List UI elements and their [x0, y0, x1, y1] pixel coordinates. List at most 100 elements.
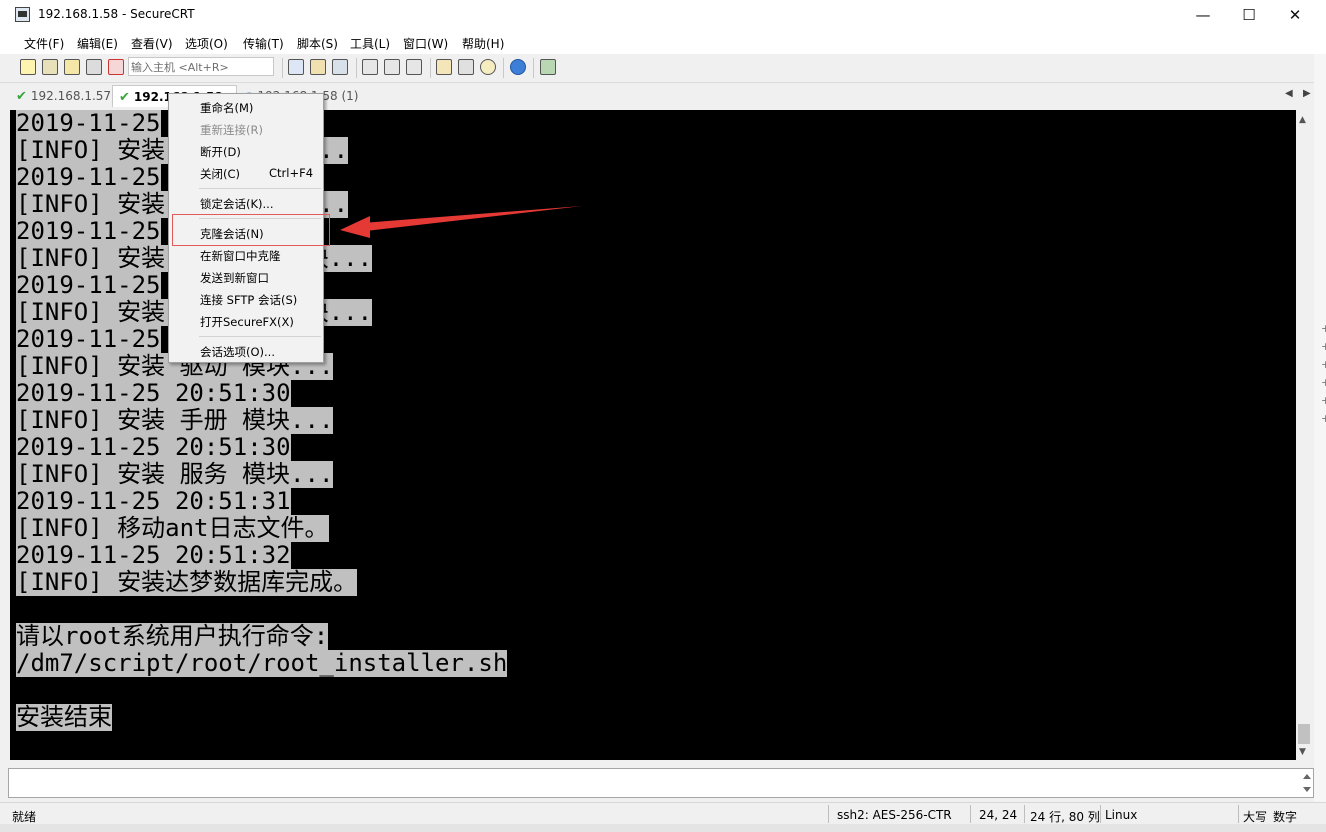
tab-scroll-right-icon[interactable]: ▶ — [1303, 88, 1311, 99]
menu-item-rename[interactable]: 重命名(M) — [200, 100, 253, 116]
expand-icon: + — [1321, 376, 1326, 389]
connect-in-tab-icon[interactable] — [64, 59, 80, 75]
status-divider — [970, 805, 971, 823]
toolbar-separator — [282, 58, 283, 78]
terminal-line: 2019-11-25 20:51:32 — [16, 541, 291, 569]
menu-bar: 文件(F) 编辑(E) 查看(V) 选项(O) 传输(T) 脚本(S) 工具(L… — [0, 30, 1326, 54]
menu-item-disconnect[interactable]: 断开(D) — [200, 144, 241, 160]
background-window-edge — [1314, 54, 1326, 802]
menu-window[interactable]: 窗口(W) — [403, 35, 448, 52]
expand-icon: + — [1321, 394, 1326, 407]
menu-item-connect-sftp[interactable]: 连接 SFTP 会话(S) — [200, 292, 297, 308]
expand-icon: + — [1321, 322, 1326, 335]
background-window-strip — [0, 824, 1326, 832]
status-num: 数字 — [1273, 810, 1298, 824]
tab-scroll-left-icon[interactable]: ◀ — [1285, 88, 1293, 99]
status-divider — [1238, 805, 1239, 823]
toolbar-separator — [356, 58, 357, 78]
connected-check-icon: ✔ — [119, 90, 130, 105]
paste-icon[interactable] — [310, 59, 326, 75]
global-options-icon[interactable] — [458, 59, 474, 75]
tab-label: 192.168.1.57 — [30, 89, 112, 103]
command-window[interactable] — [8, 768, 1314, 798]
menu-options[interactable]: 选项(O) — [185, 35, 228, 52]
keymap-icon[interactable] — [480, 59, 496, 75]
terminal-line: 安装结束 — [16, 703, 112, 731]
print-setup-icon[interactable] — [406, 59, 422, 75]
terminal-line: [INFO] 安装 服务 模块... — [16, 460, 334, 488]
terminal-line: 2019-11-25 20:51:30 — [16, 379, 291, 407]
find-icon[interactable] — [332, 59, 348, 75]
minimize-button[interactable]: — — [1180, 0, 1226, 30]
toolbar-separator — [503, 58, 504, 78]
menu-item-open-securefx[interactable]: 打开SecureFX(X) — [200, 314, 294, 330]
connect-icon[interactable] — [20, 59, 36, 75]
menu-item-send-to-new-window[interactable]: 发送到新窗口 — [200, 270, 269, 286]
print-icon[interactable] — [362, 59, 378, 75]
status-bar: 就绪 ssh2: AES-256-CTR 24, 24 24 行, 80 列 L… — [0, 802, 1326, 825]
maximize-button[interactable]: ☐ — [1226, 0, 1272, 30]
scroll-down-icon[interactable]: ▼ — [1299, 747, 1306, 757]
menu-item-close[interactable]: 关闭(C) — [200, 166, 240, 182]
status-caps: 大写 — [1243, 810, 1268, 824]
status-divider — [1024, 805, 1025, 823]
close-button[interactable]: ✕ — [1272, 0, 1318, 30]
status-divider — [1100, 805, 1101, 823]
expand-icon: + — [1321, 340, 1326, 353]
menu-item-reconnect[interactable]: 重新连接(R) — [200, 122, 263, 138]
connected-check-icon: ✔ — [16, 89, 27, 104]
print-selection-icon[interactable] — [384, 59, 400, 75]
terminal-scrollbar[interactable]: ▲ ▼ — [1296, 110, 1313, 760]
menu-item-clone-new-window[interactable]: 在新窗口中克隆 — [200, 248, 281, 264]
terminal-line: /dm7/script/root/root_installer.sh — [16, 649, 508, 677]
menu-view[interactable]: 查看(V) — [131, 35, 173, 52]
quick-connect-icon[interactable] — [42, 59, 58, 75]
terminal-line: 2019-11-25 — [16, 110, 161, 137]
terminal-line: 2019-11-25 20:51:31 — [16, 487, 291, 515]
terminal-line: [INFO] 移动ant日志文件。 — [16, 514, 329, 542]
terminal-line: 请以root系统用户执行命令: — [16, 622, 329, 650]
menu-separator — [199, 188, 321, 189]
menu-help[interactable]: 帮助(H) — [462, 35, 504, 52]
expand-icon: + — [1321, 358, 1326, 371]
status-os: Linux — [1105, 808, 1138, 822]
host-input[interactable]: 输入主机 <Alt+R> — [128, 57, 274, 76]
help-icon[interactable] — [510, 59, 526, 75]
menu-script[interactable]: 脚本(S) — [297, 35, 338, 52]
scrollbar-thumb[interactable] — [1298, 724, 1310, 744]
terminal-line: 2019-11-25 20:51:30 — [16, 433, 291, 461]
title-bar: 192.168.1.58 - SecureCRT — ☐ ✕ — [0, 0, 1326, 30]
securefx-icon[interactable] — [540, 59, 556, 75]
menu-tools[interactable]: 工具(L) — [350, 35, 390, 52]
command-scroll-icon[interactable] — [1300, 770, 1314, 796]
status-size: 24 行, 80 列 — [1030, 810, 1100, 824]
terminal-line: [INFO] 安装达梦数据库完成。 — [16, 568, 358, 596]
menu-item-lock-session[interactable]: 锁定会话(K)... — [200, 196, 273, 212]
menu-transfer[interactable]: 传输(T) — [243, 35, 284, 52]
securecrt-app-icon — [15, 7, 30, 22]
terminal-line: 2019-11-25 — [16, 217, 161, 245]
window-title: 192.168.1.58 - SecureCRT — [38, 7, 195, 21]
copy-icon[interactable] — [288, 59, 304, 75]
toolbar-separator — [430, 58, 431, 78]
terminal-line: 2019-11-25 — [16, 271, 161, 299]
status-cursor: 24, 24 — [979, 808, 1018, 822]
status-ready: 就绪 — [12, 810, 37, 824]
scroll-up-icon[interactable]: ▲ — [1299, 115, 1306, 125]
disconnect-icon[interactable] — [108, 59, 124, 75]
expand-icon: + — [1321, 412, 1326, 425]
menu-edit[interactable]: 编辑(E) — [77, 35, 118, 52]
terminal-line: [INFO] 安装 手册 模块... — [16, 406, 334, 434]
close-shortcut: Ctrl+F4 — [269, 166, 314, 180]
session-options-icon[interactable] — [436, 59, 452, 75]
menu-separator — [199, 336, 321, 337]
status-divider — [828, 805, 829, 823]
toolbar-separator — [533, 58, 534, 78]
menu-item-session-options[interactable]: 会话选项(O)... — [200, 344, 275, 360]
session-tab[interactable]: ✔ 192.168.1.57 — [10, 85, 112, 107]
status-cipher: ssh2: AES-256-CTR — [837, 808, 952, 822]
menu-file[interactable]: 文件(F) — [24, 35, 64, 52]
reconnect-icon[interactable] — [86, 59, 102, 75]
terminal-line: 2019-11-25 — [16, 163, 161, 191]
annotation-arrow-icon — [340, 206, 582, 238]
